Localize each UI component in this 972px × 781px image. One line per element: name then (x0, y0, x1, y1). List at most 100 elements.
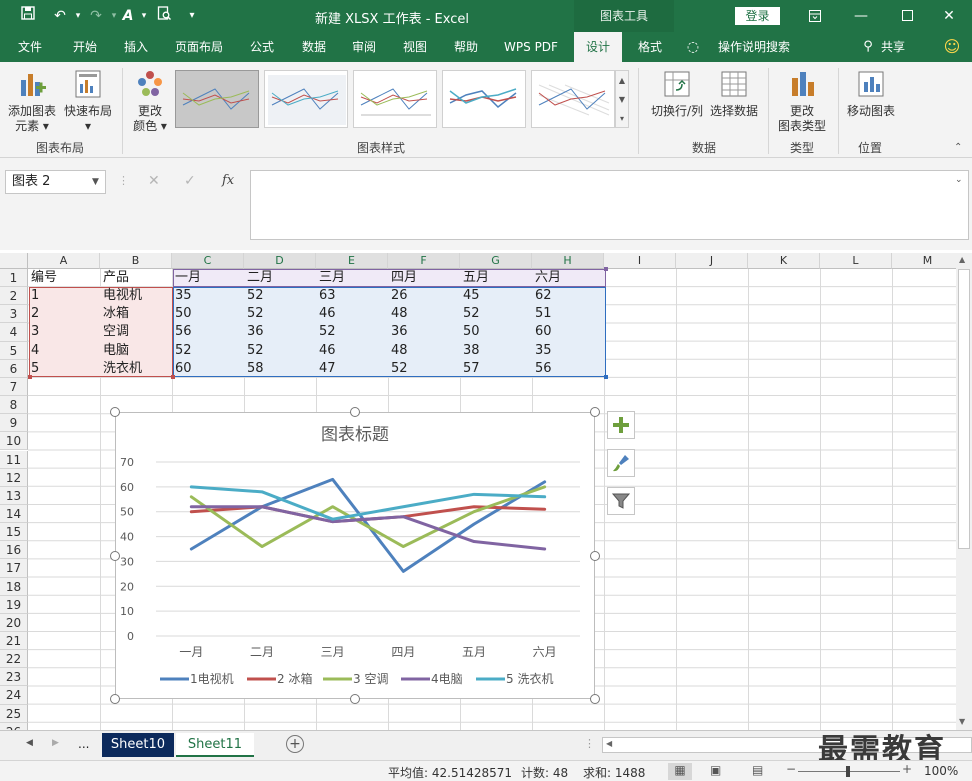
resize-handle[interactable] (590, 694, 600, 704)
save-icon[interactable] (18, 6, 38, 26)
tab-wps-pdf[interactable]: WPS PDF (496, 32, 566, 62)
tab-formulas[interactable]: 公式 (240, 32, 284, 62)
share-button[interactable]: 共享 (878, 32, 908, 62)
table-header-cell[interactable]: 产品 (101, 269, 171, 287)
row-header-20[interactable]: 20 (0, 613, 28, 632)
table-cell[interactable]: 36 (245, 323, 315, 341)
change-colors-button[interactable]: 更改 颜色 ▾ (128, 68, 172, 134)
table-cell[interactable]: 52 (389, 360, 459, 378)
row-header-4[interactable]: 4 (0, 323, 28, 342)
tab-data[interactable]: 数据 (292, 32, 336, 62)
chart-styles-button[interactable] (607, 449, 635, 477)
row-header-19[interactable]: 19 (0, 595, 28, 614)
page-layout-view-icon[interactable]: ▣ (710, 763, 721, 777)
resize-handle[interactable] (110, 407, 120, 417)
row-header-10[interactable]: 10 (0, 432, 28, 451)
table-cell[interactable]: 52 (317, 323, 387, 341)
column-header-m[interactable]: M (892, 253, 956, 269)
resize-handle[interactable] (350, 407, 360, 417)
table-cell[interactable]: 57 (461, 360, 531, 378)
table-cell[interactable]: 52 (173, 342, 243, 360)
chevron-down-icon[interactable]: ▼ (92, 171, 99, 193)
row-header-6[interactable]: 6 (0, 359, 28, 378)
table-cell[interactable]: 电视机 (101, 287, 171, 305)
row-header-25[interactable]: 25 (0, 704, 28, 723)
prev-sheet-icon[interactable]: ◀ (26, 738, 33, 748)
table-cell[interactable]: 5 (29, 360, 99, 378)
scroll-left-icon[interactable]: ◀ (606, 739, 612, 748)
tab-view[interactable]: 视图 (393, 32, 437, 62)
column-header-l[interactable]: L (820, 253, 892, 269)
sheet-tab-sheet10[interactable]: Sheet10 (102, 733, 174, 757)
move-chart-button[interactable]: 移动图表 (844, 68, 898, 119)
table-cell[interactable]: 2 (29, 305, 99, 323)
table-header-cell[interactable]: 编号 (29, 269, 99, 287)
resize-handle[interactable] (110, 550, 120, 561)
name-box[interactable]: 图表 2 ▼ (5, 170, 106, 194)
quick-layout-button[interactable]: 快速布局 ▾ (60, 68, 116, 134)
table-cell[interactable]: 47 (317, 360, 387, 378)
table-cell[interactable]: 4 (29, 342, 99, 360)
tab-split-handle[interactable]: ⋮ (584, 737, 595, 750)
resize-handle[interactable] (350, 694, 360, 704)
zoom-level[interactable]: 100% (924, 764, 958, 778)
row-header-7[interactable]: 7 (0, 377, 28, 397)
change-chart-type-button[interactable]: 更改 图表类型 (772, 68, 832, 134)
table-cell[interactable]: 46 (317, 305, 387, 323)
format-dropdown-icon[interactable]: ▾ (134, 6, 154, 26)
row-header-3[interactable]: 3 (0, 305, 28, 324)
resize-handle[interactable] (110, 694, 120, 704)
column-header-b[interactable]: B (100, 253, 172, 269)
table-cell[interactable]: 冰箱 (101, 305, 171, 323)
table-cell[interactable]: 51 (533, 305, 603, 323)
row-header-5[interactable]: 5 (0, 341, 28, 360)
table-cell[interactable]: 58 (245, 360, 315, 378)
column-header-e[interactable]: E (316, 253, 388, 269)
table-cell[interactable]: 35 (533, 342, 603, 360)
column-header-g[interactable]: G (460, 253, 532, 269)
next-sheet-icon[interactable]: ▶ (52, 738, 59, 748)
column-header-k[interactable]: K (748, 253, 820, 269)
formula-input[interactable]: ⌄ (250, 170, 969, 240)
table-cell[interactable]: 1 (29, 287, 99, 305)
line-chart[interactable]: 图表标题 0 10 20 30 40 50 60 70 一月 二月 三月 四月 五月 六月 1电视机 2 冰箱 3… (115, 412, 595, 699)
table-header-cell[interactable]: 四月 (389, 269, 459, 287)
customize-toolbar-icon[interactable]: ▾ (182, 6, 202, 26)
table-cell[interactable]: 56 (173, 323, 243, 341)
row-header-18[interactable]: 18 (0, 577, 28, 596)
smiley-feedback-icon[interactable]: ☺ (940, 32, 964, 62)
table-cell[interactable]: 48 (389, 342, 459, 360)
chart-style-1[interactable] (175, 70, 259, 128)
table-cell[interactable]: 63 (317, 287, 387, 305)
scroll-up-icon[interactable]: ▲ (959, 255, 965, 264)
close-button[interactable]: ✕ (926, 0, 972, 32)
login-button[interactable]: 登录 (735, 7, 780, 25)
redo-icon[interactable]: ↷ (86, 6, 106, 26)
more-sheets-button[interactable]: ... (78, 737, 89, 751)
select-data-button[interactable]: 选择数据 (708, 68, 760, 119)
range-handle[interactable] (604, 375, 608, 379)
insert-function-icon[interactable]: fx (222, 173, 234, 188)
table-cell[interactable]: 48 (389, 305, 459, 323)
scroll-down-icon[interactable]: ▼ (959, 717, 965, 726)
tell-me-search[interactable]: 操作说明搜索 (712, 32, 796, 62)
table-cell[interactable]: 26 (389, 287, 459, 305)
row-header-1[interactable]: 1 (0, 269, 28, 288)
table-cell[interactable]: 52 (245, 305, 315, 323)
row-header-21[interactable]: 21 (0, 632, 28, 651)
row-header-26[interactable]: 26 (0, 722, 28, 730)
resize-handle[interactable] (590, 407, 600, 417)
zoom-out-icon[interactable]: − (786, 762, 796, 776)
column-header-j[interactable]: J (676, 253, 748, 269)
row-header-8[interactable]: 8 (0, 396, 28, 415)
normal-view-icon[interactable]: ▦ (668, 763, 692, 780)
row-header-13[interactable]: 13 (0, 486, 28, 505)
row-header-22[interactable]: 22 (0, 650, 28, 669)
row-header-12[interactable]: 12 (0, 468, 28, 487)
column-header-i[interactable]: I (604, 253, 676, 269)
zoom-in-icon[interactable]: + (902, 762, 912, 776)
row-header-17[interactable]: 17 (0, 559, 28, 578)
cancel-icon[interactable]: ✕ (148, 173, 160, 189)
chart-elements-button[interactable] (607, 411, 635, 439)
column-header-d[interactable]: D (244, 253, 316, 269)
